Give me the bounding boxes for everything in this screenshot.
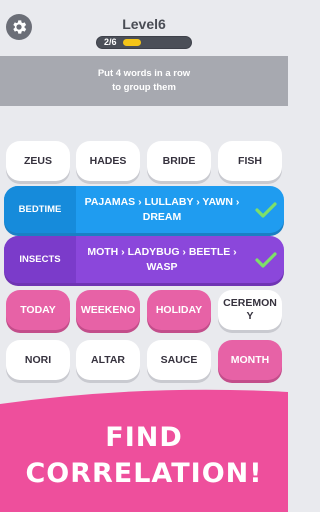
word-tile-ceremony[interactable]: CEREMON Y xyxy=(218,290,282,330)
promo-banner-line-1: FIND xyxy=(105,422,183,453)
group-words-line-2: WASP xyxy=(146,260,178,273)
word-tile-weekeno[interactable]: WEEKENO xyxy=(76,290,140,330)
word-tile-fish[interactable]: FISH xyxy=(218,141,282,181)
word-tile-nori[interactable]: NORI xyxy=(6,340,70,380)
group-words-line-2: DREAM xyxy=(142,210,182,223)
check-icon xyxy=(248,236,284,283)
top-bar: Level6 2/6 xyxy=(0,0,288,56)
progress-fill xyxy=(123,39,141,46)
group-name: INSECTS xyxy=(4,236,76,283)
promo-banner-line-2: CORRELATION! xyxy=(25,458,263,489)
level-progress-bar: 2/6 xyxy=(96,36,192,49)
check-icon xyxy=(248,186,284,233)
word-tile-holiday[interactable]: HOLIDAY xyxy=(147,290,211,330)
group-words: PAJAMAS › LULLABY › YAWN › DREAM xyxy=(76,186,248,233)
level-title: Level6 xyxy=(122,16,166,32)
word-tile-today[interactable]: TODAY xyxy=(6,290,70,330)
group-name: BEDTIME xyxy=(4,186,76,233)
hint-line-2: to group them xyxy=(112,82,176,93)
word-tile-bride[interactable]: BRIDE xyxy=(147,141,211,181)
word-tile-altar[interactable]: ALTAR xyxy=(76,340,140,380)
group-words-line-1: PAJAMAS › LULLABY › YAWN › xyxy=(84,195,240,208)
hint-line-1: Put 4 words in a row xyxy=(97,68,191,79)
group-words: MOTH › LADYBUG › BEETLE › WASP xyxy=(76,236,248,283)
progress-text: 2/6 xyxy=(104,37,117,47)
solved-group-bedtime: BEDTIME PAJAMAS › LULLABY › YAWN › DREAM xyxy=(4,186,284,233)
word-tile-month[interactable]: MONTH xyxy=(218,340,282,380)
word-tile-hades[interactable]: HADES xyxy=(76,141,140,181)
word-tile-zeus[interactable]: ZEUS xyxy=(6,141,70,181)
solved-group-insects: INSECTS MOTH › LADYBUG › BEETLE › WASP xyxy=(4,236,284,283)
group-words-line-1: MOTH › LADYBUG › BEETLE › xyxy=(87,245,237,258)
word-tile-sauce[interactable]: SAUCE xyxy=(147,340,211,380)
hint-panel: Put 4 words in a row to group them xyxy=(0,56,288,106)
